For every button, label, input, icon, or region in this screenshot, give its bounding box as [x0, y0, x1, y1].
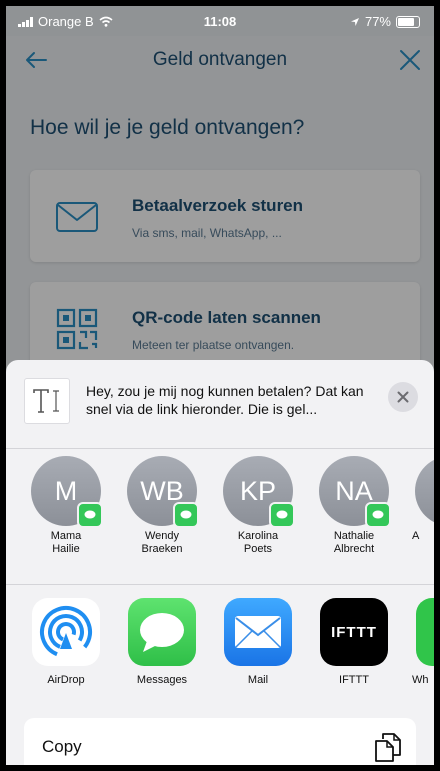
- contact-name: Albrecht: [333, 543, 375, 555]
- copy-icon: [375, 733, 401, 762]
- app-messages[interactable]: Messages: [120, 598, 204, 686]
- contact-name: Nathalie: [333, 530, 375, 542]
- divider: [6, 584, 434, 585]
- text-document-icon: [24, 378, 70, 424]
- location-arrow-icon: [350, 17, 359, 26]
- contact-name: Poets: [243, 543, 273, 555]
- app-airdrop[interactable]: AirDrop: [24, 598, 108, 686]
- whatsapp-icon: [416, 598, 434, 666]
- contact-name: A: [412, 530, 420, 542]
- avatar: [415, 456, 434, 526]
- share-apps-row: AirDrop Messages Mail IFTTT IFTTT Wh: [6, 598, 434, 694]
- mail-icon: [224, 598, 292, 666]
- contact-partial[interactable]: A: [408, 456, 434, 543]
- messages-badge-icon: [365, 502, 391, 528]
- copy-label: Copy: [42, 737, 82, 756]
- share-close-button[interactable]: [388, 382, 418, 412]
- messages-badge-icon: [77, 502, 103, 528]
- app-label: Mail: [247, 674, 269, 686]
- share-sheet: Hey, zou je mij nog kunnen betalen? Dat …: [6, 360, 434, 765]
- close-icon: [397, 391, 409, 403]
- avatar: M: [31, 456, 103, 528]
- battery-percentage: 77%: [364, 14, 391, 29]
- messages-badge-icon: [173, 502, 199, 528]
- contact-name: Hailie: [52, 543, 80, 555]
- messages-icon: [128, 598, 196, 666]
- contact-name: Mama: [50, 530, 82, 542]
- battery-icon: [396, 15, 420, 28]
- app-ifttt[interactable]: IFTTT IFTTT: [312, 598, 396, 686]
- contact-name: Wendy: [144, 530, 180, 542]
- avatar: NA: [319, 456, 391, 528]
- app-label: IFTTT: [339, 674, 369, 686]
- airdrop-icon: [32, 598, 100, 666]
- app-label: AirDrop: [47, 674, 85, 686]
- app-mail[interactable]: Mail: [216, 598, 300, 686]
- share-preview: Hey, zou je mij nog kunnen betalen? Dat …: [6, 360, 434, 442]
- ifttt-icon: IFTTT: [320, 598, 388, 666]
- messages-badge-icon: [269, 502, 295, 528]
- status-bar-foreground: Orange B 11:08 77%: [6, 6, 434, 36]
- app-label: Messages: [136, 674, 188, 686]
- contact-mama-hailie[interactable]: M Mama Hailie: [24, 456, 108, 556]
- avatar: KP: [223, 456, 295, 528]
- share-preview-text: Hey, zou je mij nog kunnen betalen? Dat …: [86, 383, 364, 417]
- contact-name: Karolina: [237, 530, 279, 542]
- copy-action[interactable]: Copy: [24, 718, 416, 765]
- divider: [6, 448, 434, 449]
- contact-wendy-braeken[interactable]: WB Wendy Braeken: [120, 456, 204, 556]
- contact-name: Braeken: [141, 543, 183, 555]
- contact-karolina-poets[interactable]: KP Karolina Poets: [216, 456, 300, 556]
- app-whatsapp[interactable]: Wh: [408, 598, 434, 686]
- app-label: Wh: [412, 674, 429, 686]
- contact-suggestions: M Mama Hailie WB Wendy Braeken KP Karoli…: [6, 456, 434, 574]
- screen: Geld ontvangen Hoe wil je je geld ontvan…: [6, 6, 434, 765]
- contact-nathalie-albrecht[interactable]: NA Nathalie Albrecht: [312, 456, 396, 556]
- avatar: WB: [127, 456, 199, 528]
